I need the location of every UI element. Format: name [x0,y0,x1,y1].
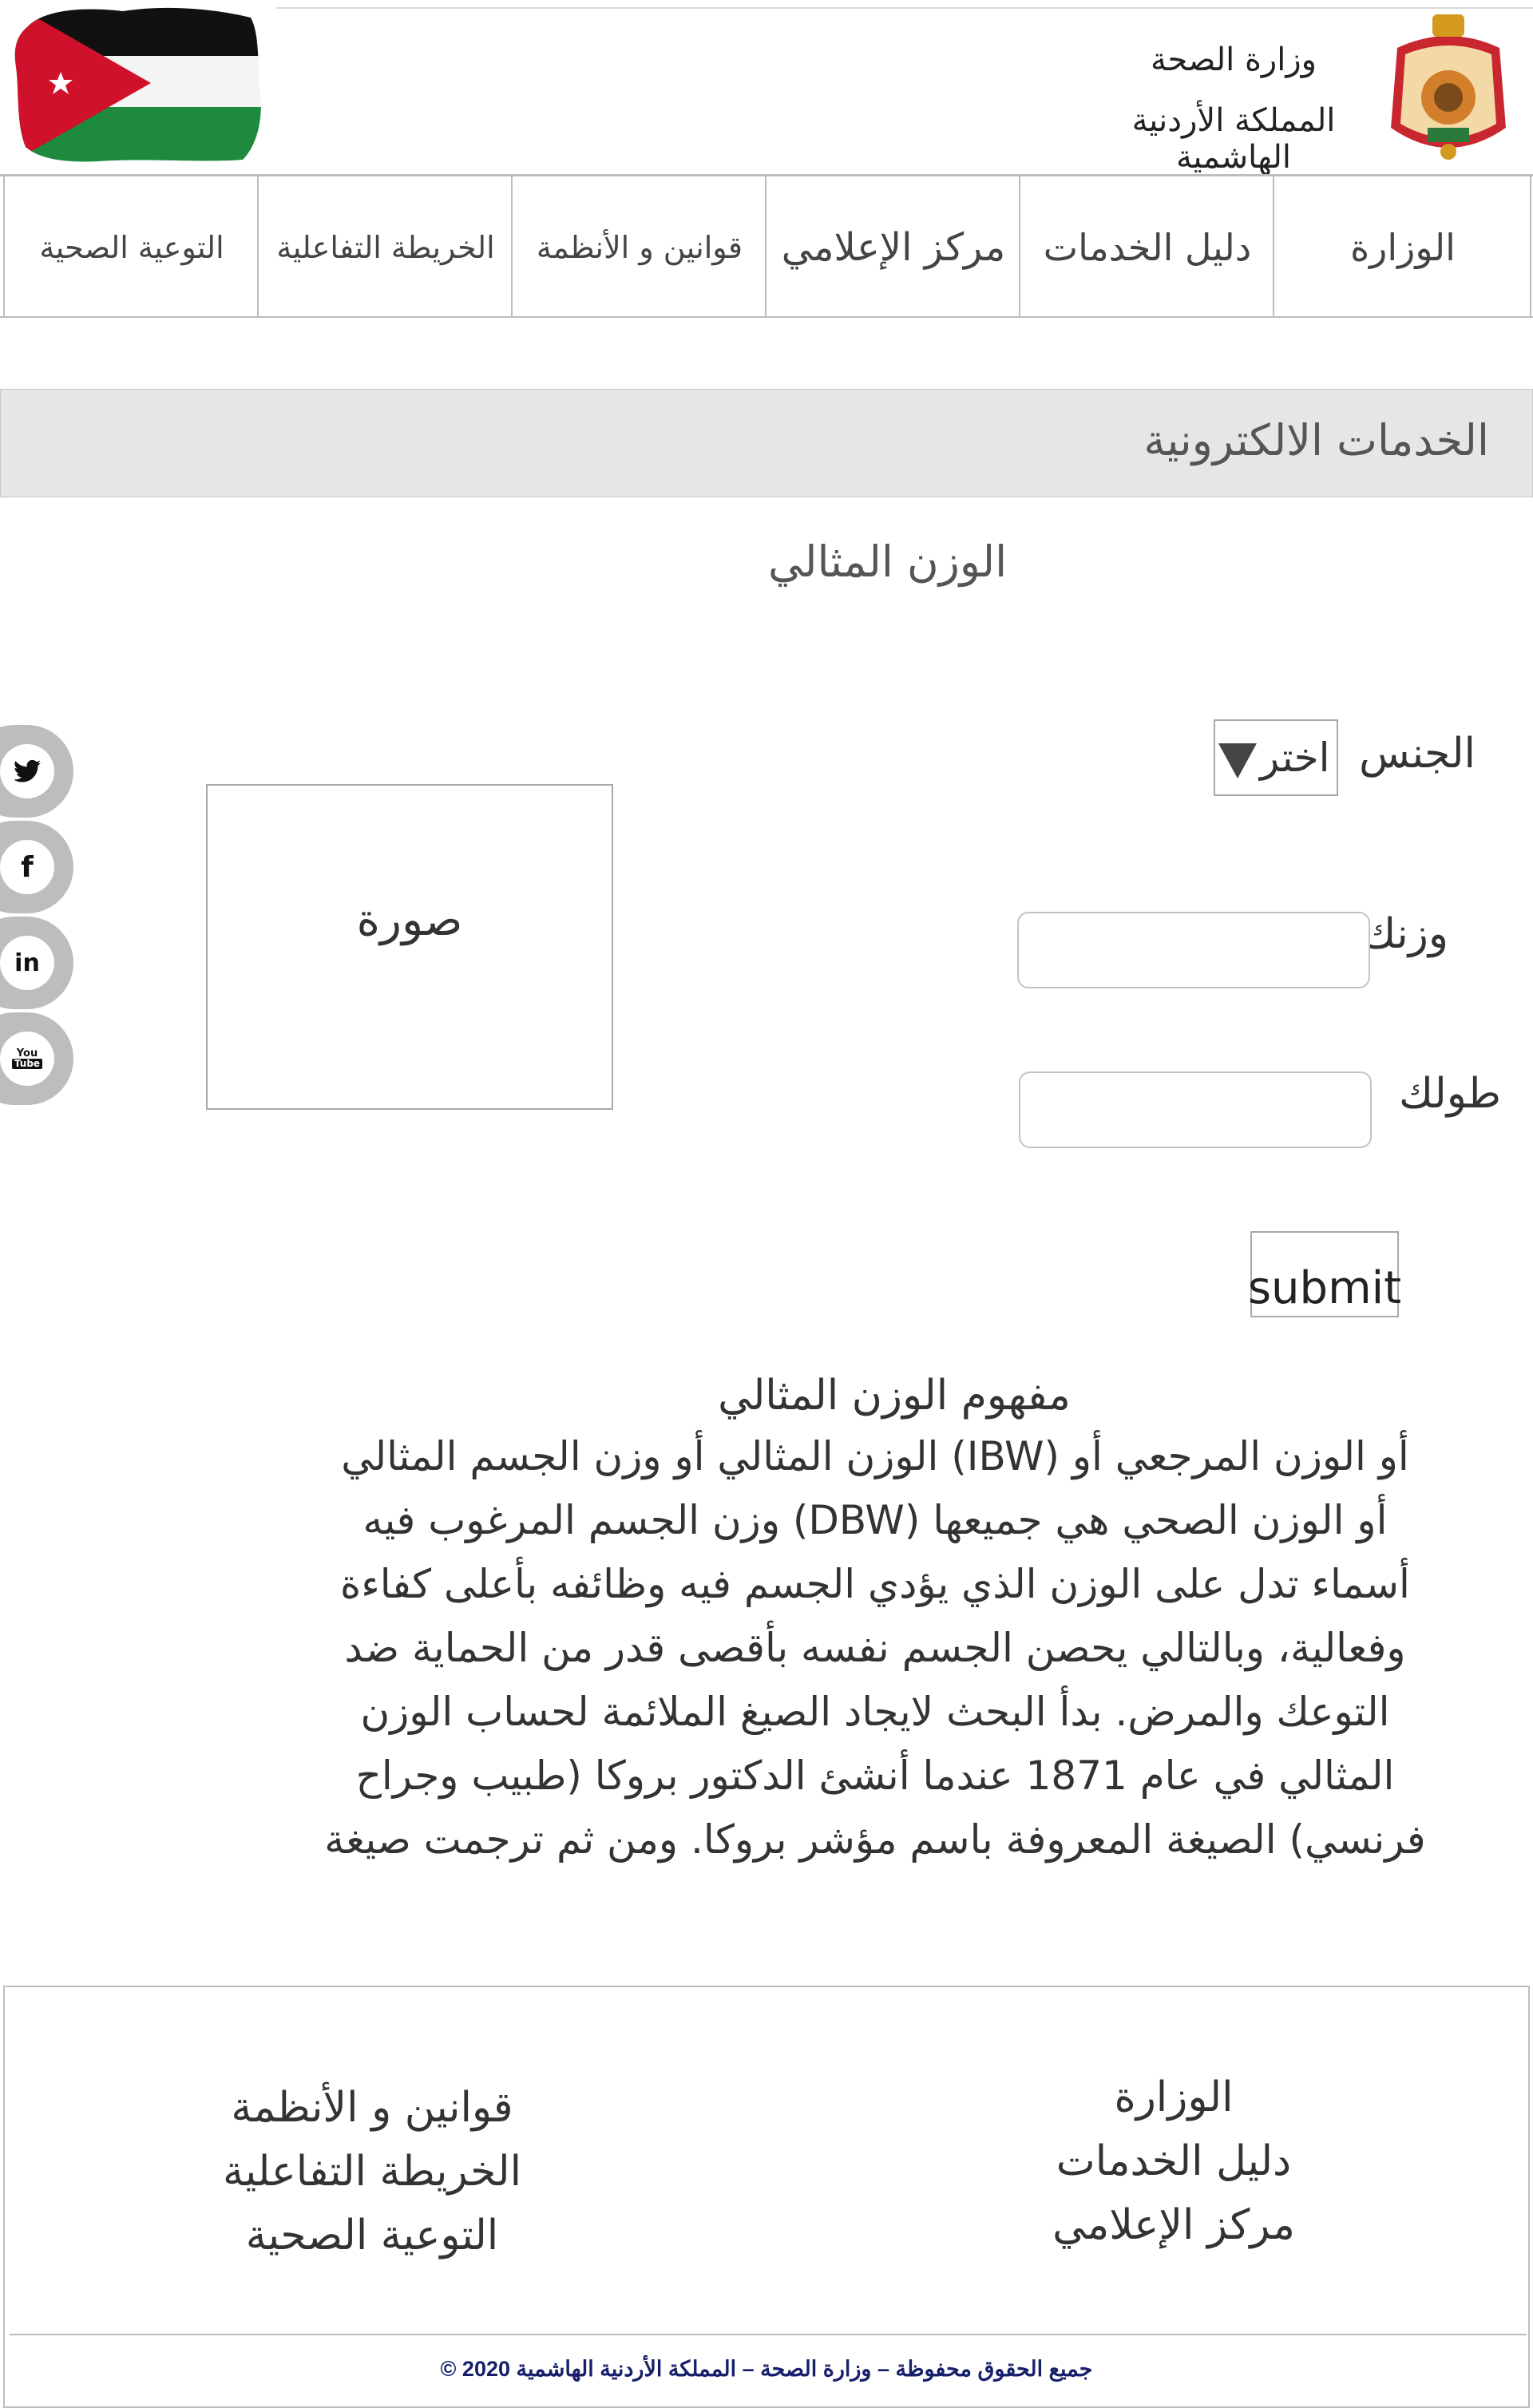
section-title: الخدمات الالكترونية [1143,415,1489,465]
nav-item-services-guide[interactable]: دليل الخدمات [1019,176,1274,318]
coat-of-arms-logo [1391,14,1506,160]
gender-select-value: اختر [1260,735,1330,781]
submit-button[interactable]: submit [1248,1231,1401,1317]
twitter-bird-icon [14,759,41,782]
social-twitter[interactable] [0,725,73,818]
article-line: وفعالية، وبالتالي يحصن الجسم نفسه بأقصى … [344,1625,1406,1671]
gender-label: الجنس [1359,730,1476,778]
social-facebook[interactable]: f [0,821,73,913]
kingdom-name: المملكة الأردنية الهاشمية [1131,102,1336,176]
nav-right-border [1530,176,1531,318]
linkedin-icon: in [0,936,54,990]
footer-link-ministry[interactable]: الوزارة [934,2065,1413,2129]
nav-item-laws-regulations[interactable]: قوانين و الأنظمة [511,176,766,318]
article-line: أو الوزن المرجعي أو (IBW) الوزن المثالي … [341,1433,1409,1479]
height-input[interactable] [1019,1071,1372,1148]
header-top-rule [276,7,1533,9]
article-line: أو الوزن الصحي هي جميعها (DBW) وزن الجسم… [362,1497,1388,1543]
footer-link-services-guide[interactable]: دليل الخدمات [934,2129,1413,2193]
article-line: أسماء تدل على الوزن الذي يؤدي الجسم فيه … [340,1561,1410,1607]
footer-link-laws-regulations[interactable]: قوانين و الأنظمة [133,2076,612,2140]
twitter-icon [0,744,54,798]
jordan-flag-logo [14,7,261,162]
ministry-name: وزارة الصحة [1151,42,1317,78]
youtube-icon: You Tube [0,1032,54,1086]
image-placeholder-label: صورة [356,894,463,946]
footer-links-left: قوانين و الأنظمة الخريطة التفاعلية التوع… [133,2076,612,2267]
article-line: المثالي في عام 1871 عندما أنشئ الدكتور ب… [355,1753,1395,1799]
height-label: طولك [1399,1070,1501,1118]
nav-item-health-awareness[interactable]: التوعية الصحية [3,176,259,318]
social-linkedin[interactable]: in [0,917,73,1009]
image-placeholder [206,784,613,1110]
article-title: مفهوم الوزن المثالي [718,1372,1071,1420]
social-youtube[interactable]: You Tube [0,1012,73,1105]
chevron-down-icon [1218,743,1257,778]
footer-links-right: الوزارة دليل الخدمات مركز الإعلامي [934,2065,1413,2257]
footer-link-interactive-map[interactable]: الخريطة التفاعلية [133,2140,612,2204]
facebook-icon: f [0,840,54,894]
article-line: التوعك والمرض. بدأ البحث لايجاد الصيغ ال… [360,1689,1390,1735]
nav-item-ministry[interactable]: الوزارة [1273,176,1531,318]
main-nav: الوزارة دليل الخدمات مركز الإعلامي قواني… [0,176,1533,318]
copyright-text: جميع الحقوق محفوظة – وزارة الصحة – الممل… [440,2357,1093,2381]
gender-select[interactable]: اختر [1214,719,1338,796]
page-title: الوزن المثالي [768,537,1008,587]
footer-link-media-center[interactable]: مركز الإعلامي [934,2193,1413,2257]
article-line: فرنسي) الصيغة المعروفة باسم مؤشر بروكا. … [324,1816,1426,1863]
nav-item-media-center[interactable]: مركز الإعلامي [765,176,1020,318]
nav-item-interactive-map[interactable]: الخريطة التفاعلية [257,176,513,318]
footer-link-health-awareness[interactable]: التوعية الصحية [133,2204,612,2267]
weight-input[interactable] [1017,912,1370,988]
article-body: أو الوزن المرجعي أو (IBW) الوزن المثالي … [260,1424,1490,1871]
weight-label: وزنك [1361,910,1448,958]
